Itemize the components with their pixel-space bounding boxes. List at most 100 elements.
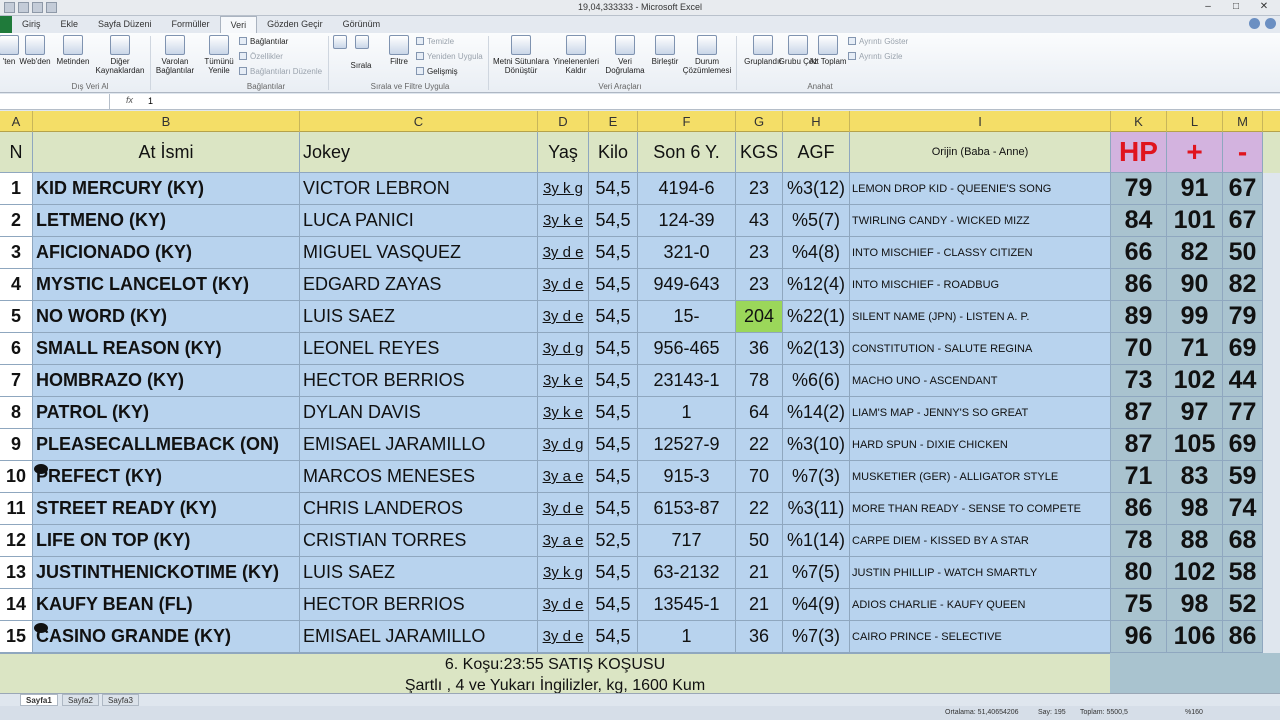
cell-plus[interactable]: 106 xyxy=(1167,621,1223,653)
cell-minus[interactable]: 58 xyxy=(1223,557,1263,589)
from-text-button[interactable]: Metinden xyxy=(50,35,96,66)
column-header-c[interactable]: C xyxy=(300,111,538,132)
cell-n[interactable]: 1 xyxy=(0,173,33,205)
cell-plus[interactable]: 97 xyxy=(1167,397,1223,429)
column-header-g[interactable]: G xyxy=(736,111,783,132)
cell-kilo[interactable]: 54,5 xyxy=(589,461,638,493)
sheet-tab-sayfa1[interactable]: Sayfa1 xyxy=(20,694,58,706)
cell-name[interactable]: KID MERCURY (KY) xyxy=(33,173,300,205)
cell-plus[interactable]: 71 xyxy=(1167,333,1223,365)
cell-name[interactable]: LIFE ON TOP (KY) xyxy=(33,525,300,557)
cell-orijin[interactable]: INTO MISCHIEF - CLASSY CITIZEN xyxy=(850,237,1111,269)
cell-jokey[interactable]: CRISTIAN TORRES xyxy=(300,525,538,557)
cell-hp[interactable]: 71 xyxy=(1111,461,1167,493)
sort-za-button[interactable] xyxy=(352,35,372,51)
cell-yas[interactable]: 3y d e xyxy=(538,589,589,621)
cell-hp[interactable]: 84 xyxy=(1111,205,1167,237)
cell-n[interactable]: 7 xyxy=(0,365,33,397)
cell-plus[interactable]: 101 xyxy=(1167,205,1223,237)
column-header-d[interactable]: D xyxy=(538,111,589,132)
cell-kilo[interactable]: 54,5 xyxy=(589,493,638,525)
cell-jokey[interactable]: CHRIS LANDEROS xyxy=(300,493,538,525)
cell-minus[interactable]: 86 xyxy=(1223,621,1263,653)
cell-name[interactable]: STREET READY (KY) xyxy=(33,493,300,525)
cell-agf[interactable]: %2(13) xyxy=(783,333,850,365)
cell-plus[interactable]: 88 xyxy=(1167,525,1223,557)
cell-hp[interactable]: 87 xyxy=(1111,397,1167,429)
cell-jokey[interactable]: LUIS SAEZ xyxy=(300,301,538,333)
cell-yas[interactable]: 3y a e xyxy=(538,461,589,493)
cell-orijin[interactable]: MACHO UNO - ASCENDANT xyxy=(850,365,1111,397)
cell-yas[interactable]: 3y d e xyxy=(538,269,589,301)
cell-yas[interactable]: 3y k g xyxy=(538,557,589,589)
cell-kgs[interactable]: 64 xyxy=(736,397,783,429)
sheet-tab-sayfa2[interactable]: Sayfa2 xyxy=(62,694,99,706)
remove-duplicates-button[interactable]: Yinelenenleri Kaldır xyxy=(552,35,600,75)
from-other-sources-button[interactable]: Diğer Kaynaklardan xyxy=(94,35,146,75)
cell-agf[interactable]: %1(14) xyxy=(783,525,850,557)
cell-agf[interactable]: %3(11) xyxy=(783,493,850,525)
header-name[interactable]: At İsmi xyxy=(33,132,300,173)
cell-kilo[interactable]: 54,5 xyxy=(589,589,638,621)
cell-plus[interactable]: 98 xyxy=(1167,589,1223,621)
column-header-b[interactable]: B xyxy=(33,111,300,132)
cell-minus[interactable]: 67 xyxy=(1223,205,1263,237)
cell-n[interactable]: 5 xyxy=(0,301,33,333)
cell-plus[interactable]: 91 xyxy=(1167,173,1223,205)
tab-view[interactable]: Görünüm xyxy=(333,16,391,33)
cell-name[interactable]: MYSTIC LANCELOT (KY) xyxy=(33,269,300,301)
cell-orijin[interactable]: MORE THAN READY - SENSE TO COMPETE xyxy=(850,493,1111,525)
cell-kilo[interactable]: 54,5 xyxy=(589,269,638,301)
cell-hp[interactable]: 87 xyxy=(1111,429,1167,461)
header-jokey[interactable]: Jokey xyxy=(300,132,538,173)
cell-name[interactable]: HOMBRAZO (KY) xyxy=(33,365,300,397)
cell-yas[interactable]: 3y d g xyxy=(538,429,589,461)
cell-jokey[interactable]: LUCA PANICI xyxy=(300,205,538,237)
cell-agf[interactable]: %22(1) xyxy=(783,301,850,333)
cell-yas[interactable]: 3y a e xyxy=(538,525,589,557)
cell-name[interactable]: SMALL REASON (KY) xyxy=(33,333,300,365)
cell-n[interactable]: 13 xyxy=(0,557,33,589)
column-header-f[interactable]: F xyxy=(638,111,736,132)
cell-orijin[interactable]: CONSTITUTION - SALUTE REGINA xyxy=(850,333,1111,365)
existing-connections-button[interactable]: Varolan Bağlantılar xyxy=(152,35,198,75)
cell-orijin[interactable]: CAIRO PRINCE - SELECTIVE xyxy=(850,621,1111,653)
cell-kgs[interactable]: 36 xyxy=(736,621,783,653)
close-icon[interactable]: ✕ xyxy=(1250,0,1278,15)
cell-hp[interactable]: 80 xyxy=(1111,557,1167,589)
cell-kgs[interactable]: 43 xyxy=(736,205,783,237)
header-hp[interactable]: HP xyxy=(1111,132,1167,173)
connections-button[interactable]: Bağlantılar xyxy=(239,37,288,47)
cell-kgs[interactable]: 21 xyxy=(736,557,783,589)
cell-yas[interactable]: 3y k e xyxy=(538,365,589,397)
cell-agf[interactable]: %3(10) xyxy=(783,429,850,461)
cell-n[interactable]: 2 xyxy=(0,205,33,237)
column-header-l[interactable]: L xyxy=(1167,111,1223,132)
cell-plus[interactable]: 83 xyxy=(1167,461,1223,493)
cell-name[interactable]: PREFECT (KY) xyxy=(33,461,300,493)
cell-agf[interactable]: %7(5) xyxy=(783,557,850,589)
header-n[interactable]: N xyxy=(0,132,33,173)
cell-orijin[interactable]: JUSTIN PHILLIP - WATCH SMARTLY xyxy=(850,557,1111,589)
column-header-m[interactable]: M xyxy=(1223,111,1263,132)
cell-hp[interactable]: 75 xyxy=(1111,589,1167,621)
cell-hp[interactable]: 70 xyxy=(1111,333,1167,365)
cell-kilo[interactable]: 54,5 xyxy=(589,397,638,429)
cell-orijin[interactable]: CARPE DIEM - KISSED BY A STAR xyxy=(850,525,1111,557)
fx-icon[interactable]: fx xyxy=(126,95,133,105)
cell-son[interactable]: 956-465 xyxy=(638,333,736,365)
tab-insert[interactable]: Ekle xyxy=(51,16,89,33)
cell-kgs[interactable]: 78 xyxy=(736,365,783,397)
cell-minus[interactable]: 67 xyxy=(1223,173,1263,205)
column-header-e[interactable]: E xyxy=(589,111,638,132)
cell-agf[interactable]: %7(3) xyxy=(783,621,850,653)
maximize-icon[interactable]: □ xyxy=(1222,0,1250,15)
cell-name[interactable]: AFICIONADO (KY) xyxy=(33,237,300,269)
tab-formulas[interactable]: Formüller xyxy=(162,16,220,33)
hide-detail-button[interactable]: Ayrıntı Gizle xyxy=(848,52,902,62)
cell-hp[interactable]: 78 xyxy=(1111,525,1167,557)
cell-kilo[interactable]: 54,5 xyxy=(589,557,638,589)
cell-yas[interactable]: 3y k g xyxy=(538,173,589,205)
cell-yas[interactable]: 3y d g xyxy=(538,333,589,365)
cell-orijin[interactable]: ADIOS CHARLIE - KAUFY QUEEN xyxy=(850,589,1111,621)
